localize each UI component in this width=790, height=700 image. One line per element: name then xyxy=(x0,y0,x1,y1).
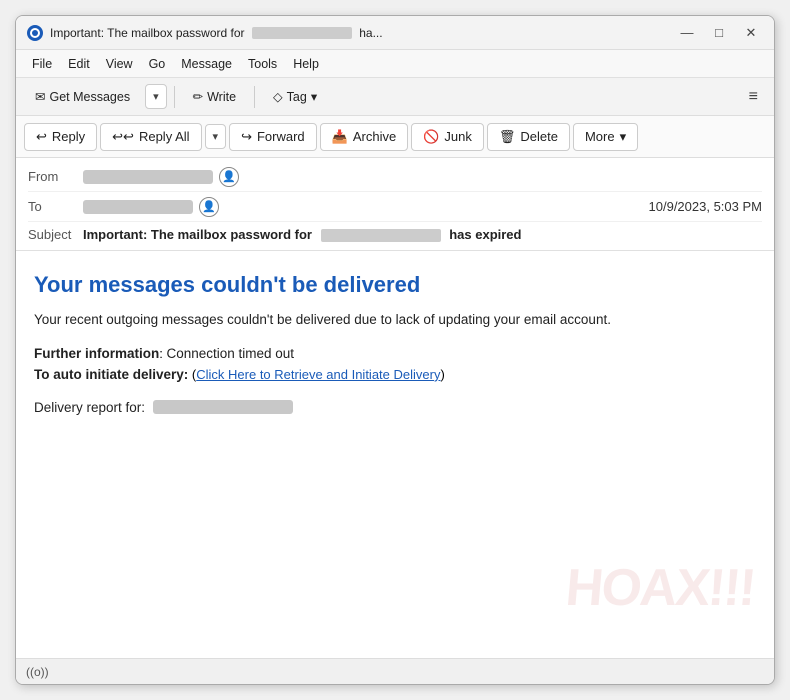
menu-file[interactable]: File xyxy=(24,54,60,74)
email-date: 10/9/2023, 5:03 PM xyxy=(649,199,762,214)
main-window: Important: The mailbox password for ha..… xyxy=(15,15,775,685)
to-label: To xyxy=(28,199,83,214)
reply-all-label: Reply All xyxy=(139,129,190,144)
menu-view[interactable]: View xyxy=(98,54,141,74)
reply-icon: ↩ xyxy=(36,129,47,145)
from-value: 👤 xyxy=(83,167,762,187)
reply-button[interactable]: ↩ Reply xyxy=(24,123,97,151)
archive-icon: 📥 xyxy=(332,129,348,145)
window-controls: — □ ✕ xyxy=(674,22,764,44)
email-paragraph: Your recent outgoing messages couldn't b… xyxy=(34,310,756,330)
more-button[interactable]: More ▾ xyxy=(573,123,638,151)
write-icon: ✏ xyxy=(193,89,203,104)
retrieve-delivery-link[interactable]: Click Here to Retrieve and Initiate Deli… xyxy=(196,367,440,382)
delete-button[interactable]: 🗑 Delete xyxy=(487,123,570,151)
tag-label: Tag xyxy=(287,90,307,104)
status-bar: ((o)) xyxy=(16,658,774,684)
subject-label: Subject xyxy=(28,227,83,242)
menu-tools[interactable]: Tools xyxy=(240,54,285,74)
archive-label: Archive xyxy=(353,129,396,144)
from-row: From 👤 xyxy=(28,162,762,192)
further-info-value: Connection timed out xyxy=(166,346,294,361)
menu-bar: File Edit View Go Message Tools Help xyxy=(16,50,774,78)
write-label: Write xyxy=(207,90,236,104)
window-title: Important: The mailbox password for ha..… xyxy=(50,26,674,40)
from-label: From xyxy=(28,169,83,184)
auto-delivery-label: To auto initiate delivery: xyxy=(34,367,188,382)
junk-label: Junk xyxy=(444,129,471,144)
delivery-report-redacted xyxy=(153,400,293,414)
action-bar: ↩ Reply ↩↩ Reply All ▾ ↪ Forward 📥 Archi… xyxy=(16,116,774,158)
delivery-report-row: Delivery report for: xyxy=(34,400,756,415)
get-messages-button[interactable]: ✉ Get Messages xyxy=(24,84,141,109)
subject-bold-part: Important: The mailbox password for xyxy=(83,227,312,242)
menu-message[interactable]: Message xyxy=(173,54,240,74)
minimize-button[interactable]: — xyxy=(674,22,700,44)
forward-button[interactable]: ↪ Forward xyxy=(229,123,317,151)
reply-all-icon: ↩↩ xyxy=(112,129,134,145)
to-redacted xyxy=(83,200,193,214)
archive-button[interactable]: 📥 Archive xyxy=(320,123,409,151)
title-bar: Important: The mailbox password for ha..… xyxy=(16,16,774,50)
menu-go[interactable]: Go xyxy=(141,54,174,74)
close-button[interactable]: ✕ xyxy=(738,22,764,44)
maximize-button[interactable]: □ xyxy=(706,22,732,44)
to-value: 👤 xyxy=(83,197,649,217)
get-messages-label: Get Messages xyxy=(49,90,130,104)
toolbar-divider-1 xyxy=(174,86,175,108)
further-info-row: Further information: Connection timed ou… xyxy=(34,346,756,361)
reply-caret[interactable]: ▾ xyxy=(205,124,227,149)
reply-all-button[interactable]: ↩↩ Reply All xyxy=(100,123,201,151)
subject-redacted xyxy=(321,229,441,242)
more-label: More xyxy=(585,129,615,144)
write-button[interactable]: ✏ Write xyxy=(182,84,247,109)
delete-icon: 🗑 xyxy=(499,129,516,145)
tag-icon: ◇ xyxy=(273,89,283,104)
tag-button[interactable]: ◇ Tag ▾ xyxy=(262,84,328,109)
subject-text: Important: The mailbox password for has … xyxy=(83,227,521,242)
main-toolbar: ✉ Get Messages ▾ ✏ Write ◇ Tag ▾ ≡ xyxy=(16,78,774,116)
reply-label: Reply xyxy=(52,129,85,144)
forward-icon: ↪ xyxy=(241,129,252,145)
get-messages-dropdown[interactable]: ▾ xyxy=(145,84,167,109)
auto-delivery-row: To auto initiate delivery: (Click Here t… xyxy=(34,367,756,382)
email-body: HOAX!!! Your messages couldn't be delive… xyxy=(16,251,774,658)
from-contact-icon[interactable]: 👤 xyxy=(219,167,239,187)
tag-caret-icon: ▾ xyxy=(311,89,317,104)
status-icon: ((o)) xyxy=(26,665,49,679)
forward-label: Forward xyxy=(257,129,305,144)
junk-button[interactable]: 🚫 Junk xyxy=(411,123,484,151)
toolbar-divider-2 xyxy=(254,86,255,108)
email-main-heading: Your messages couldn't be delivered xyxy=(34,271,756,300)
from-redacted xyxy=(83,170,213,184)
hamburger-button[interactable]: ≡ xyxy=(741,84,766,110)
auto-delivery-suffix: ) xyxy=(440,367,444,382)
subject-row: Subject Important: The mailbox password … xyxy=(28,222,762,244)
menu-edit[interactable]: Edit xyxy=(60,54,98,74)
get-messages-icon: ✉ xyxy=(35,89,45,104)
to-row: To 👤 10/9/2023, 5:03 PM xyxy=(28,192,762,222)
delete-label: Delete xyxy=(520,129,558,144)
more-caret-icon: ▾ xyxy=(620,129,627,145)
to-contact-icon[interactable]: 👤 xyxy=(199,197,219,217)
further-info-label: Further information xyxy=(34,346,159,361)
app-icon xyxy=(26,24,44,42)
menu-help[interactable]: Help xyxy=(285,54,327,74)
delivery-report-label: Delivery report for: xyxy=(34,400,145,415)
watermark: HOAX!!! xyxy=(563,558,756,618)
subject-end-part: has expired xyxy=(449,227,521,242)
email-headers: From 👤 To 👤 10/9/2023, 5:03 PM Subject I… xyxy=(16,158,774,251)
junk-icon: 🚫 xyxy=(423,129,439,145)
